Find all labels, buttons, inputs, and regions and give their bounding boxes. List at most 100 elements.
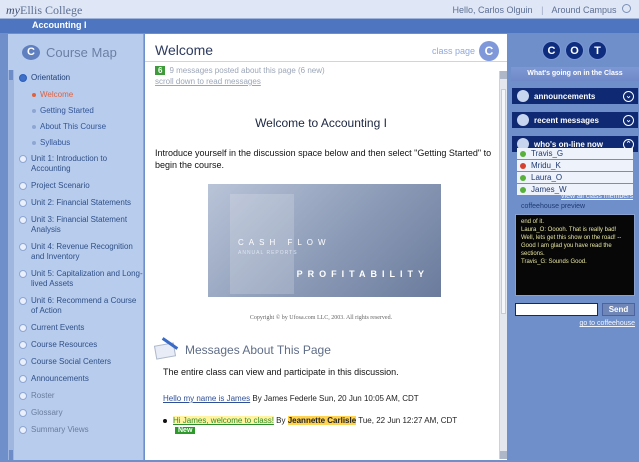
cot-icons: COT [542,41,607,60]
course-map-item-label: Getting Started [40,106,94,115]
section-icon [517,114,529,126]
course-map-item[interactable]: Course Resources [19,340,143,350]
brand-logo[interactable]: myEllis College [6,3,82,18]
course-title: Accounting I [32,20,87,30]
course-map-subitem[interactable]: Welcome [19,90,143,100]
online-user[interactable]: Travis_G [517,148,633,159]
online-user-name[interactable]: Mridu_K [531,161,561,170]
coffeehouse-chat-preview: end of it. Laura_O: Ooooh. That is really… [515,214,635,296]
status-dot-icon [19,297,27,305]
message-post: Hello my name is James By James Federle … [163,394,419,403]
intro-text: Introduce yourself in the discussion spa… [155,148,492,170]
course-map-item[interactable]: Roster [19,391,143,401]
chat-input[interactable] [515,303,598,316]
class-page-label[interactable]: class page [432,46,475,56]
whats-going-on-banner: What's going on in the Class [511,67,639,81]
course-map-item[interactable]: Orientation [19,73,143,83]
course-map-logo-icon: C [22,44,40,60]
course-map-list: Orientation Welcome Getting Started About T… [19,73,143,442]
course-map-item-label: Course Resources [31,340,98,349]
course-map-item[interactable]: Unit 2: Financial Statements [19,198,143,208]
online-user-name[interactable]: Laura_O [531,173,562,182]
send-button[interactable]: Send [602,303,635,316]
course-map-sidebar: C Course Map Orientation Welcome Getting S… [8,34,144,460]
course-map-item[interactable]: Glossary [19,408,143,418]
course-map-item[interactable]: Unit 3: Financial Statement Analysis [19,215,143,235]
view-all-members-link[interactable]: view all class members [511,193,633,200]
scroll-down-button[interactable] [500,451,507,459]
reply-link[interactable]: Hi James, welcome to class! [173,416,274,425]
chevron-icon[interactable]: ⌄ [623,90,634,102]
hero-image: CASH FLOW ANNUAL REPORTS PROFITABILITY [208,184,441,297]
online-users-list: Travis_G Mridu_K Laura_O James_W [517,148,633,196]
discussion-note: The entire class can view and participat… [163,367,399,377]
section-announcements[interactable]: announcements ⌄ [512,88,638,104]
status-dot-icon [520,162,526,169]
cot-o-icon[interactable]: O [565,41,584,60]
course-map-item[interactable]: Summary Views [19,425,143,435]
around-campus-link[interactable]: Around Campus [551,5,616,15]
messages-title: Messages About This Page [185,343,331,357]
message-link[interactable]: Hello my name is James [163,394,250,403]
scroll-to-messages-link[interactable]: scroll down to read messages [155,77,261,86]
cot-t-icon[interactable]: T [588,41,607,60]
main-scrollbar[interactable] [499,71,507,459]
brand-prefix: my [6,3,20,17]
course-map-header: C Course Map [22,42,117,62]
scroll-up-button[interactable] [9,70,13,80]
reply-author: Jeannette Carlisle [287,416,357,425]
course-map-item-label: Unit 1: Introduction to Accounting [31,154,108,173]
status-dot-icon [19,324,27,332]
status-dot-icon [19,182,27,190]
scroll-thumb[interactable] [501,89,506,314]
course-map-item[interactable]: Unit 5: Capitalization and Long-lived As… [19,269,143,289]
message-summary-text: 9 messages posted about this page (6 new… [169,66,325,75]
copyright-text: Copyright © by Ufosa.com LLC, 2003. All … [249,315,393,321]
course-map-item-label: Announcements [31,374,89,383]
course-map-item-label: Unit 6: Recommend a Course of Action [31,296,137,315]
course-map-item[interactable]: Unit 4: Revenue Recognition and Inventor… [19,242,143,262]
course-map-item-label: Unit 5: Capitalization and Long-lived As… [31,269,143,288]
scroll-down-button[interactable] [9,450,13,460]
course-map-item-label: Unit 4: Revenue Recognition and Inventor… [31,242,133,261]
bullet-icon [32,141,36,145]
scroll-up-button[interactable] [500,71,507,79]
section-label[interactable]: announcements [534,92,595,101]
course-map-subitem[interactable]: Syllabus [19,138,143,148]
user-greeting: Hello, Carlos Olguin [452,5,533,15]
online-user-name[interactable]: Travis_G [531,149,563,158]
course-map-item[interactable]: Current Events [19,323,143,333]
brand-name: Ellis College [20,3,83,17]
goto-coffeehouse-link[interactable]: go to coffeehouse [511,320,635,327]
course-map-item[interactable]: Project Scenario [19,181,143,191]
chat-line: Laura_O: Ooooh. That is really bad! Well… [521,227,622,257]
course-map-item[interactable]: Announcements [19,374,143,384]
online-user[interactable]: Laura_O [517,172,633,183]
section-recent-messages[interactable]: recent messages ⌄ [512,112,638,128]
status-dot-icon [520,150,526,157]
class-page-icon[interactable]: C [479,41,499,61]
top-bar: myEllis College Hello, Carlos Olguin | A… [0,0,639,19]
cot-c-icon[interactable]: C [542,41,561,60]
course-map-title: Course Map [46,44,117,60]
chat-send-row: Send [515,303,635,316]
main-header: Welcome class page C [145,34,507,62]
sidebar-scrollbar[interactable] [8,70,14,460]
section-label[interactable]: recent messages [534,116,599,125]
chevron-icon[interactable]: ⌄ [623,114,634,126]
message-count-badge: 6 [155,66,166,75]
chevron-down-icon[interactable] [622,4,631,13]
course-map-item[interactable]: Unit 1: Introduction to Accounting [19,154,143,174]
status-dot-icon [19,243,27,251]
online-user[interactable]: Mridu_K [517,160,633,171]
course-map-subitem[interactable]: About This Course [19,122,143,132]
section-icon [517,90,529,102]
course-map-item[interactable]: Unit 6: Recommend a Course of Action [19,296,143,316]
course-map-item-label: Welcome [40,90,74,99]
right-panel: COT What's going on in the Class announc… [511,34,639,460]
coffeehouse-preview-label: coffeehouse preview [521,203,586,210]
class-page-link[interactable]: class page C [432,41,499,61]
course-map-item[interactable]: Course Social Centers [19,357,143,367]
status-dot-icon [19,155,27,163]
course-map-subitem[interactable]: Getting Started [19,106,143,116]
